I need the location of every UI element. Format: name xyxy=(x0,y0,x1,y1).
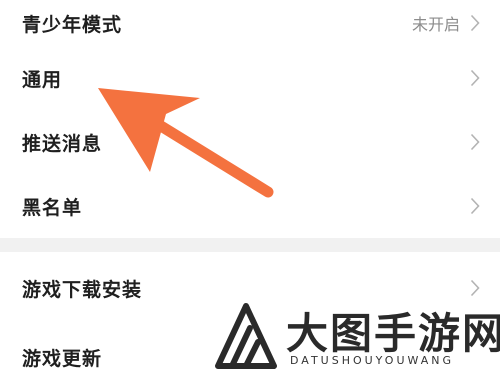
row-label: 游戏下载安装 xyxy=(22,278,143,301)
row-right xyxy=(470,133,480,151)
teen-mode-status: 未开启 xyxy=(411,15,460,34)
chevron-right-icon xyxy=(470,133,480,151)
settings-row-blacklist[interactable]: 黑名单 xyxy=(0,174,500,238)
row-label: 游戏更新 xyxy=(22,347,103,370)
row-right xyxy=(470,279,480,297)
settings-row-general[interactable]: 通用 xyxy=(0,46,500,110)
watermark-title: 大图手游网 xyxy=(286,309,500,358)
row-right xyxy=(470,69,480,87)
row-label: 黑名单 xyxy=(22,196,83,219)
settings-row-push-messages[interactable]: 推送消息 xyxy=(0,110,500,174)
chevron-right-icon xyxy=(470,279,480,297)
chevron-right-icon xyxy=(470,69,480,87)
watermark-logo-icon xyxy=(215,303,277,369)
row-label: 青少年模式 xyxy=(22,13,123,36)
row-right xyxy=(470,197,480,215)
settings-group-general: 青少年模式 未开启 通用 推送消息 黑名单 xyxy=(0,0,500,238)
row-right: 未开启 xyxy=(412,11,480,35)
settings-row-teen-mode[interactable]: 青少年模式 未开启 xyxy=(0,0,500,46)
watermark: 大图手游网 DATUSHOUYOUWANG xyxy=(212,296,500,375)
row-label: 通用 xyxy=(22,68,63,91)
watermark-subtitle: DATUSHOUYOUWANG xyxy=(290,354,455,367)
chevron-right-icon xyxy=(470,197,480,215)
row-label: 推送消息 xyxy=(22,132,103,155)
section-separator xyxy=(0,238,500,252)
chevron-right-icon xyxy=(470,14,480,32)
